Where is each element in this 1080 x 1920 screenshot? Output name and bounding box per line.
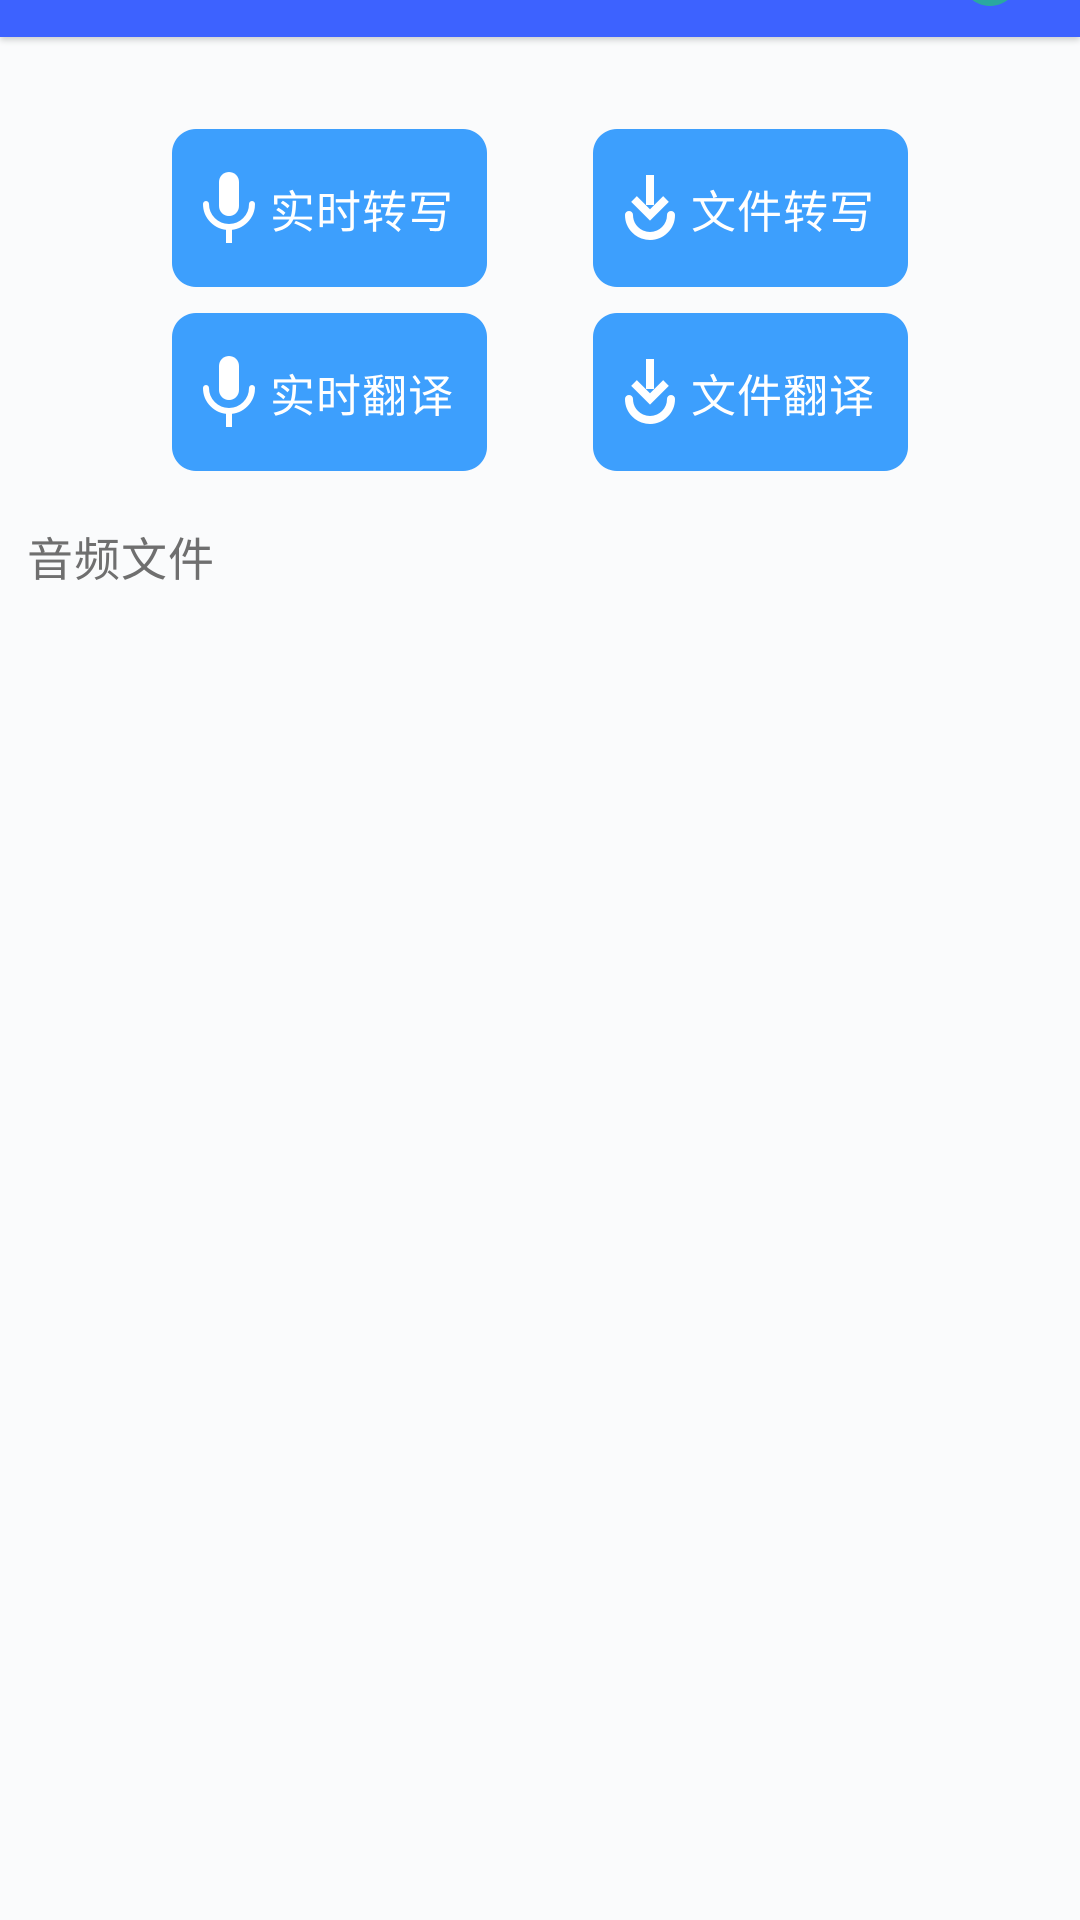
file-translate-button[interactable]: 文件翻译: [593, 313, 908, 471]
realtime-transcribe-button[interactable]: 实时转写: [172, 129, 487, 287]
microphone-icon: [200, 355, 258, 429]
button-label: 文件翻译: [691, 369, 876, 423]
realtime-translate-button[interactable]: 实时翻译: [172, 313, 487, 471]
download-icon: [621, 171, 679, 245]
button-label: 实时转写: [270, 185, 455, 239]
file-transcribe-button[interactable]: 文件转写: [593, 129, 908, 287]
button-label: 实时翻译: [270, 369, 455, 423]
button-label: 文件转写: [691, 185, 876, 239]
avatar[interactable]: [961, 0, 1019, 6]
section-title-audio-files: 音频文件: [27, 533, 215, 587]
microphone-icon: [200, 171, 258, 245]
app-bar: [0, 0, 1080, 37]
download-icon: [621, 355, 679, 429]
